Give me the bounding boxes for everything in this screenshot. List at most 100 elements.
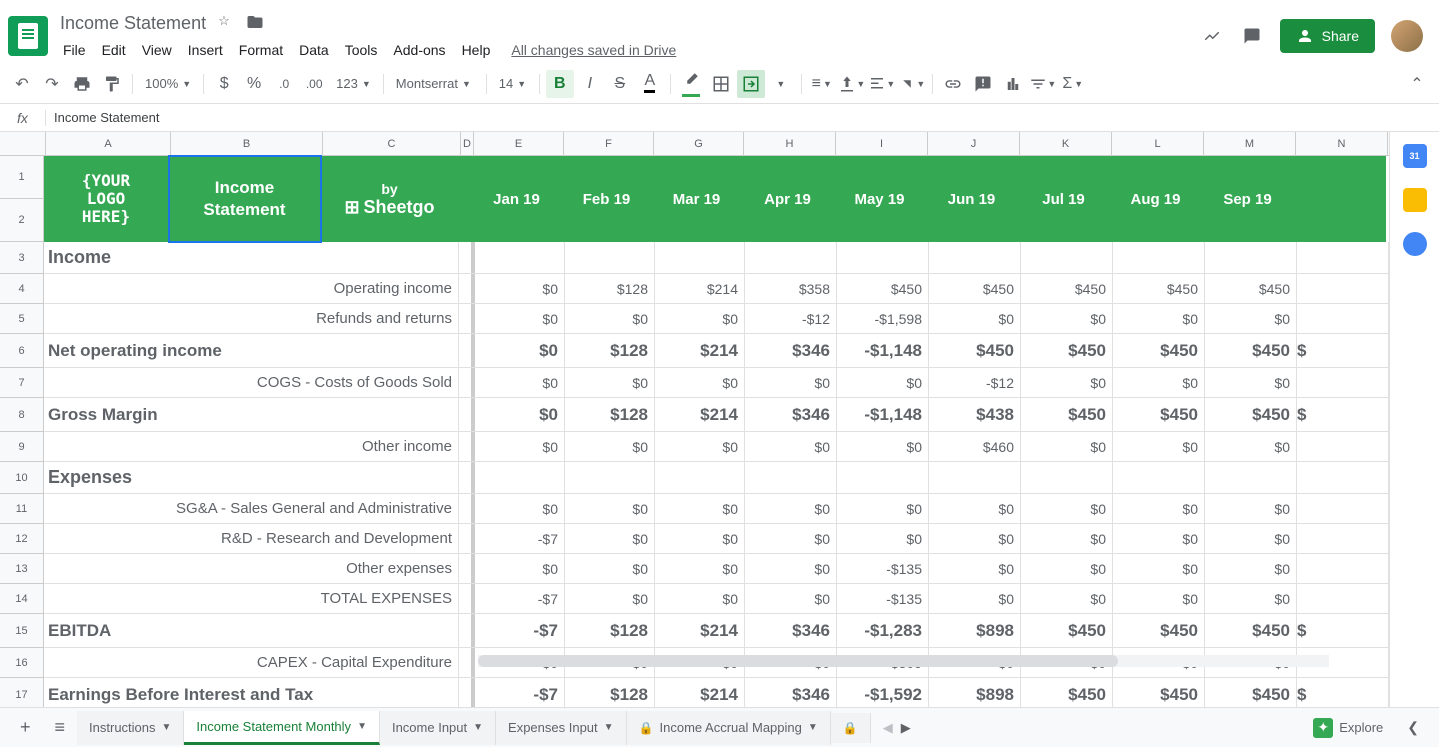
spacer-cell[interactable] (459, 648, 475, 677)
data-cell[interactable]: $214 (655, 614, 745, 647)
data-cell[interactable] (565, 242, 655, 273)
formula-input[interactable]: Income Statement (46, 110, 1439, 125)
data-cell[interactable]: $0 (837, 524, 929, 553)
data-cell[interactable]: $ (1297, 678, 1389, 707)
col-header-B[interactable]: B (171, 132, 323, 155)
data-cell[interactable]: -$1,148 (837, 398, 929, 431)
row-label-cell[interactable]: TOTAL EXPENSES (44, 584, 459, 613)
move-folder-icon[interactable] (246, 13, 266, 33)
tab-nav-left-icon[interactable]: ◀ (883, 720, 893, 736)
data-cell[interactable]: $358 (745, 274, 837, 303)
row-header-3[interactable]: 3 (0, 242, 44, 274)
month-header-cell[interactable]: Jan 19 (472, 156, 562, 242)
zoom-dropdown[interactable]: 100% ▼ (139, 72, 197, 95)
data-cell[interactable]: $0 (1205, 494, 1297, 523)
text-color-button[interactable]: A (636, 70, 664, 98)
spacer-cell[interactable] (459, 524, 475, 553)
data-cell[interactable]: $450 (1021, 274, 1113, 303)
col-header-F[interactable]: F (564, 132, 654, 155)
sheet-tab[interactable]: Income Input ▼ (380, 711, 496, 745)
data-cell[interactable]: $0 (1021, 368, 1113, 397)
title-cell[interactable]: IncomeStatement (169, 156, 321, 242)
document-title[interactable]: Income Statement (56, 11, 210, 36)
increase-decimal-button[interactable]: .00 (300, 70, 328, 98)
data-cell[interactable]: $0 (565, 432, 655, 461)
data-cell[interactable] (929, 462, 1021, 493)
data-cell[interactable]: $0 (745, 524, 837, 553)
data-cell[interactable]: $0 (1205, 368, 1297, 397)
data-cell[interactable]: $0 (1205, 554, 1297, 583)
currency-button[interactable]: $ (210, 70, 238, 98)
undo-button[interactable]: ↶ (8, 70, 36, 98)
tasks-addon-icon[interactable] (1403, 232, 1427, 256)
data-cell[interactable] (1205, 242, 1297, 273)
data-cell[interactable]: $214 (655, 398, 745, 431)
row-label-cell[interactable]: Income (44, 242, 459, 273)
data-cell[interactable]: $0 (655, 494, 745, 523)
data-cell[interactable]: $0 (1021, 304, 1113, 333)
row-label-cell[interactable]: R&D - Research and Development (44, 524, 459, 553)
tab-menu-icon[interactable]: ▼ (473, 722, 483, 733)
data-cell[interactable]: $0 (1113, 432, 1205, 461)
tab-menu-icon[interactable]: ▼ (162, 722, 172, 733)
chart-button[interactable] (999, 70, 1027, 98)
data-cell[interactable] (1205, 462, 1297, 493)
data-cell[interactable]: $0 (565, 494, 655, 523)
row-label-cell[interactable]: CAPEX - Capital Expenditure (44, 648, 459, 677)
row-label-cell[interactable]: Other expenses (44, 554, 459, 583)
spacer-cell[interactable] (459, 584, 475, 613)
data-cell[interactable]: $346 (745, 678, 837, 707)
row-header-15[interactable]: 15 (0, 614, 44, 648)
spacer-cell[interactable] (459, 334, 475, 367)
menu-help[interactable]: Help (455, 38, 498, 62)
data-cell[interactable]: $450 (1205, 678, 1297, 707)
data-cell[interactable]: $128 (565, 398, 655, 431)
spacer-cell[interactable] (459, 368, 475, 397)
font-size-dropdown[interactable]: 14 ▼ (493, 72, 533, 95)
data-cell[interactable]: $0 (655, 554, 745, 583)
data-cell[interactable] (1297, 584, 1389, 613)
paint-format-button[interactable] (98, 70, 126, 98)
col-header-A[interactable]: A (46, 132, 171, 155)
logo-placeholder-cell[interactable]: {YOURLOGOHERE} (44, 156, 169, 242)
data-cell[interactable]: $0 (1205, 584, 1297, 613)
data-cell[interactable] (1297, 554, 1389, 583)
activity-icon[interactable] (1200, 24, 1224, 48)
col-header-D[interactable]: D (461, 132, 474, 155)
data-cell[interactable]: $460 (929, 432, 1021, 461)
data-cell[interactable]: $450 (1113, 334, 1205, 367)
row-label-cell[interactable]: Expenses (44, 462, 459, 493)
data-cell[interactable]: $0 (655, 432, 745, 461)
data-cell[interactable]: $450 (1021, 334, 1113, 367)
data-cell[interactable]: $0 (1205, 304, 1297, 333)
locked-tab-extra[interactable]: 🔒 (831, 713, 871, 743)
data-cell[interactable]: $ (1297, 398, 1389, 431)
row-header-5[interactable]: 5 (0, 304, 44, 334)
data-cell[interactable]: $0 (655, 524, 745, 553)
data-cell[interactable]: $0 (745, 494, 837, 523)
menu-file[interactable]: File (56, 38, 93, 62)
data-cell[interactable]: $0 (1113, 304, 1205, 333)
month-header-cell[interactable]: Jun 19 (926, 156, 1018, 242)
save-status[interactable]: All changes saved in Drive (511, 42, 676, 58)
strikethrough-button[interactable]: S (606, 70, 634, 98)
spacer-cell[interactable] (459, 156, 472, 242)
data-cell[interactable] (655, 242, 745, 273)
data-cell[interactable]: $450 (929, 334, 1021, 367)
data-cell[interactable]: $0 (1113, 494, 1205, 523)
data-cell[interactable]: -$135 (837, 584, 929, 613)
functions-button[interactable]: Σ▼ (1059, 70, 1087, 98)
data-cell[interactable]: $450 (1205, 274, 1297, 303)
comments-icon[interactable] (1240, 24, 1264, 48)
sheet-tab[interactable]: Expenses Input ▼ (496, 711, 627, 745)
row-header-10[interactable]: 10 (0, 462, 44, 494)
row-header-2[interactable]: 2 (0, 199, 44, 242)
data-cell[interactable] (1021, 462, 1113, 493)
data-cell[interactable]: $450 (929, 274, 1021, 303)
data-cell[interactable]: -$1,592 (837, 678, 929, 707)
menu-insert[interactable]: Insert (181, 38, 230, 62)
data-cell[interactable]: $0 (1205, 524, 1297, 553)
row-header-1[interactable]: 1 (0, 156, 44, 199)
percent-button[interactable]: % (240, 70, 268, 98)
row-header-6[interactable]: 6 (0, 334, 44, 368)
